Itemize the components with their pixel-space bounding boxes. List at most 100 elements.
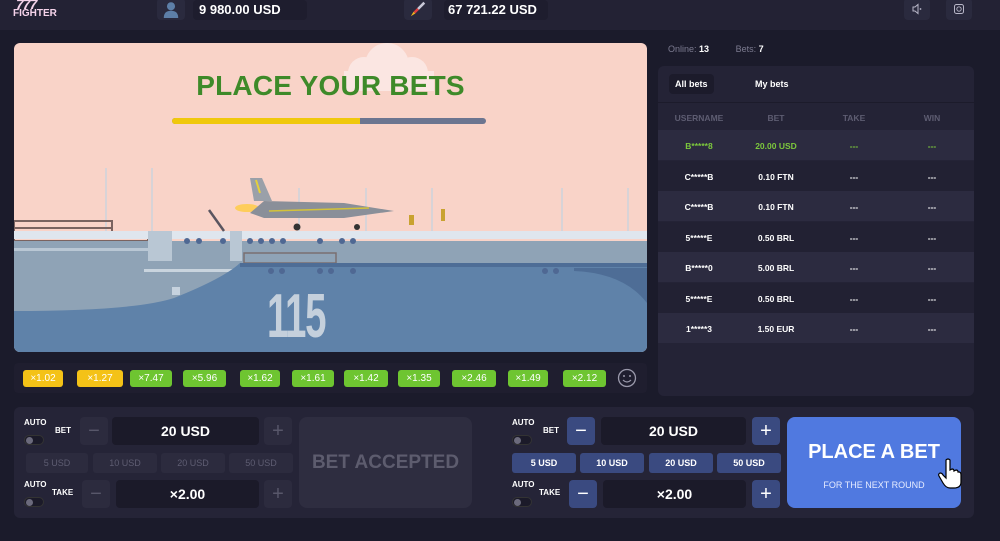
bets-count: 7 <box>758 44 764 54</box>
bet-cell-take: --- <box>849 263 859 273</box>
multiplier-chip: ×1.61 <box>292 370 334 387</box>
place-bet-button[interactable]: PLACE A BET FOR THE NEXT ROUND <box>787 417 961 508</box>
bets-panel: All bets My bets USERNAME BET TAKE WIN B… <box>658 66 974 396</box>
bet-cell-bet: 20.00 USD <box>755 141 797 151</box>
emoji-smiley-icon[interactable] <box>617 368 637 388</box>
round-progress-fill <box>172 118 361 124</box>
online-count: 13 <box>699 44 710 54</box>
auto-bet-toggle[interactable] <box>24 435 44 445</box>
take-increase-button[interactable]: + <box>752 480 780 508</box>
bet-increase-button[interactable]: + <box>752 417 780 445</box>
take-increase-button[interactable]: + <box>264 480 292 508</box>
column-header: WIN <box>923 113 941 123</box>
bet-increase-button[interactable]: + <box>264 417 292 445</box>
balance-display: 9 980.00 USD <box>193 0 307 20</box>
logo-name: FIGHTER <box>13 8 57 19</box>
settings-icon[interactable] <box>946 0 972 20</box>
multiplier-chip: ×1.49 <box>508 370 548 387</box>
bet-amount-input[interactable]: 20 USD <box>112 417 259 445</box>
auto-take-label: AUTO <box>512 480 535 489</box>
bet-cell-take: --- <box>849 202 859 212</box>
auto-take-toggle[interactable] <box>24 497 44 507</box>
bet-cell-bet: 1.50 EUR <box>757 324 795 334</box>
bet-row: 5*****E 0.50 BRL --- --- <box>658 282 974 313</box>
quick-bet-5[interactable]: 5 USD <box>512 453 576 473</box>
column-header: TAKE <box>842 113 866 123</box>
bet-cell-username: 5*****E <box>685 293 713 304</box>
bet-cell-username: B*****0 <box>685 263 713 273</box>
bet-cell-bet: 0.10 FTN <box>758 202 794 212</box>
tab-my-bets[interactable]: My bets <box>749 74 795 94</box>
game-canvas: PLACE YOUR BETS 115 <box>14 43 647 352</box>
online-stats: Online: 13 Bets: 7 <box>668 44 764 54</box>
bet-row: C*****B 0.10 FTN --- --- <box>658 191 974 221</box>
bet-cell-username: C*****B <box>684 202 714 212</box>
quick-bet-10[interactable]: 10 USD <box>93 453 157 473</box>
multiplier-chip: ×1.62 <box>240 370 280 387</box>
auto-bet-label: AUTO <box>512 418 535 427</box>
bet-cell-bet: 0.10 FTN <box>758 171 794 182</box>
multiplier-chip: ×1.35 <box>398 370 440 387</box>
multiplier-chip: ×1.27 <box>77 370 123 387</box>
bet-row: B*****0 5.00 BRL --- --- <box>658 252 974 282</box>
take-label: TAKE <box>539 488 561 497</box>
place-bet-sublabel: FOR THE NEXT ROUND <box>823 480 925 490</box>
bet-cell-bet: 5.00 BRL <box>757 263 795 273</box>
take-decrease-button[interactable]: − <box>569 480 597 508</box>
bet-decrease-button[interactable]: − <box>80 417 108 445</box>
bet-cell-bet: 0.50 BRL <box>757 293 795 304</box>
column-header: USERNAME <box>674 113 724 123</box>
hand-cursor-icon <box>938 458 962 489</box>
bet-controls-panel: AUTO BET − 20 USD + 5 USD 10 USD 20 USD … <box>14 407 974 518</box>
auto-take-label: AUTO <box>24 480 47 489</box>
rocket-icon <box>404 0 432 20</box>
bets-count-label: Bets: <box>735 44 757 54</box>
auto-bet-label: AUTO <box>24 418 47 427</box>
bet-label: BET <box>55 426 71 435</box>
bet-cell-take: --- <box>849 141 859 151</box>
take-multiplier-input[interactable]: ×2.00 <box>603 480 746 508</box>
bet-cell-win: --- <box>927 263 937 273</box>
quick-bet-50[interactable]: 50 USD <box>717 453 781 473</box>
bet-cell-username: C*****B <box>684 171 714 182</box>
bet-cell-take: --- <box>849 232 859 243</box>
bet-cell-win: --- <box>927 293 937 304</box>
place-bet-label: PLACE A BET <box>808 441 940 463</box>
quick-bet-10[interactable]: 10 USD <box>580 453 644 473</box>
bet-amount-input[interactable]: 20 USD <box>601 417 746 445</box>
auto-bet-toggle[interactable] <box>512 435 532 445</box>
bet-cell-take: --- <box>849 293 859 304</box>
bet-cell-win: --- <box>927 141 937 151</box>
bet-row: B*****8 20.00 USD --- --- <box>658 130 974 160</box>
bet-cell-win: --- <box>927 324 937 334</box>
online-label: Online: <box>668 44 697 54</box>
fighter-jet <box>235 178 394 231</box>
take-decrease-button[interactable]: − <box>82 480 110 508</box>
top-bar: 777 FIGHTER 9 980.00 USD 67 721.22 USD <box>0 0 1000 30</box>
bet-cell-bet: 0.50 BRL <box>757 232 795 243</box>
quick-bet-20[interactable]: 20 USD <box>161 453 225 473</box>
bet-decrease-button[interactable]: − <box>567 417 595 445</box>
sound-icon[interactable] <box>904 0 930 20</box>
quick-bet-50[interactable]: 50 USD <box>229 453 293 473</box>
deck-masts <box>105 168 629 233</box>
multiplier-chip: ×5.96 <box>183 370 226 387</box>
bet-label: BET <box>543 426 559 435</box>
round-progress-bar <box>172 118 486 124</box>
user-avatar-icon[interactable] <box>157 0 185 20</box>
quick-bet-20[interactable]: 20 USD <box>649 453 713 473</box>
bet-row: 5*****E 0.50 BRL --- --- <box>658 221 974 252</box>
bet-cell-win: --- <box>927 232 937 243</box>
logo: 777 FIGHTER <box>10 0 62 22</box>
multiplier-chip: ×2.46 <box>452 370 496 387</box>
bet-cell-username: 1*****3 <box>686 324 712 334</box>
bet-row: 1*****3 1.50 EUR --- --- <box>658 313 974 343</box>
tab-all-bets[interactable]: All bets <box>669 74 714 94</box>
auto-take-toggle[interactable] <box>512 497 532 507</box>
take-multiplier-input[interactable]: ×2.00 <box>116 480 259 508</box>
bet-accepted-status: BET ACCEPTED <box>299 417 472 508</box>
multiplier-chip: ×1.42 <box>344 370 388 387</box>
column-header: BET <box>767 113 785 123</box>
quick-bet-5[interactable]: 5 USD <box>26 453 88 473</box>
bet-cell-take: --- <box>849 324 859 334</box>
